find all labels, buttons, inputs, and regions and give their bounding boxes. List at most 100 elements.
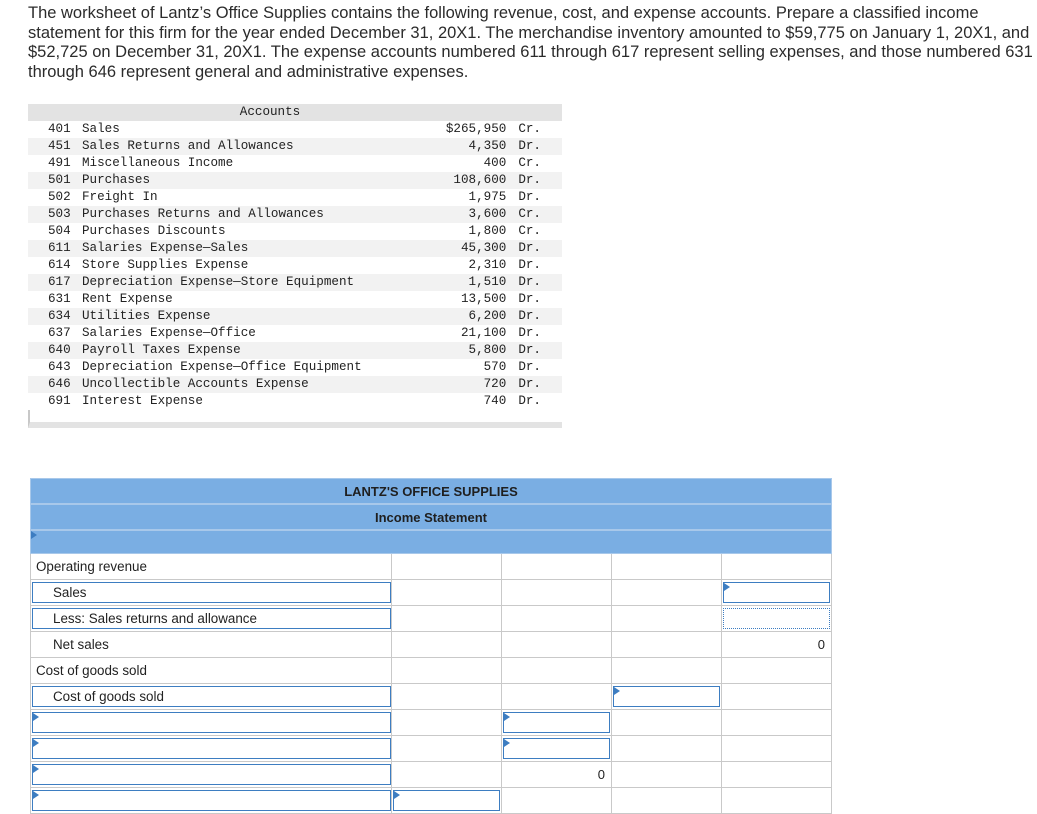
- account-row: 614 Store Supplies Expense 2,310 Dr.: [28, 257, 562, 274]
- account-amount: 570: [483, 360, 507, 374]
- account-side: Dr.: [518, 309, 541, 323]
- account-side: Dr.: [518, 139, 541, 153]
- account-amount: 400: [483, 156, 507, 170]
- statement-date-field[interactable]: [30, 530, 832, 554]
- account-row: 634 Utilities Expense 6,200 Dr.: [28, 308, 562, 325]
- account-side: Cr.: [518, 207, 541, 221]
- account-number: 611: [48, 241, 71, 255]
- account-name-input[interactable]: [32, 764, 391, 785]
- account-row: 640 Payroll Taxes Expense 5,800 Dr.: [28, 342, 562, 359]
- account-side: Cr.: [518, 224, 541, 238]
- account-row: 631 Rent Expense 13,500 Dr.: [28, 291, 562, 308]
- account-number: 451: [48, 139, 71, 153]
- dropdown-marker-icon: [31, 531, 37, 539]
- problem-instructions: The worksheet of Lantz’s Office Supplies…: [28, 4, 1033, 82]
- account-row: 501 Purchases 108,600 Dr.: [28, 172, 562, 189]
- account-row: 451 Sales Returns and Allowances 4,350 Dr.: [28, 138, 562, 155]
- account-number: 401: [48, 122, 71, 136]
- returns-amount-input[interactable]: [723, 608, 830, 629]
- account-amount: 1,975: [468, 190, 507, 204]
- account-side: Cr.: [518, 156, 541, 170]
- dropdown-marker-icon: [33, 739, 39, 747]
- account-row: 691 Interest Expense 740 Dr.: [28, 393, 562, 410]
- account-side: Dr.: [518, 241, 541, 255]
- account-name: Utilities Expense: [82, 309, 211, 323]
- account-side: Dr.: [518, 360, 541, 374]
- account-name-input[interactable]: [32, 712, 391, 733]
- account-name: Sales: [82, 122, 120, 136]
- table-row: Operating revenue: [30, 554, 832, 580]
- account-name-input[interactable]: [32, 790, 391, 811]
- account-amount: 4,350: [468, 139, 507, 153]
- account-number: 640: [48, 343, 71, 357]
- account-amount: 6,200: [468, 309, 507, 323]
- accounts-table: Accounts 401 Sales $265,950 Cr. 451 Sales Ret…: [28, 104, 562, 428]
- amount-input[interactable]: [503, 712, 610, 733]
- table-row: 0: [30, 762, 832, 788]
- table-row: Net sales 0: [30, 632, 832, 658]
- account-amount: $265,950: [445, 122, 507, 136]
- account-number: 504: [48, 224, 71, 238]
- statement-title: Income Statement: [30, 504, 832, 530]
- table-row: Cost of goods sold: [30, 684, 832, 710]
- account-name: Freight In: [82, 190, 158, 204]
- sales-amount-input[interactable]: [723, 582, 830, 603]
- sales-label: Sales: [53, 585, 87, 600]
- account-name: Interest Expense: [82, 394, 203, 408]
- cogs-amount-input[interactable]: [613, 686, 720, 707]
- account-amount: 108,600: [453, 173, 507, 187]
- account-number: 631: [48, 292, 71, 306]
- account-number: 503: [48, 207, 71, 221]
- table-row: [30, 710, 832, 736]
- amount-input[interactable]: [393, 790, 500, 811]
- account-row: 646 Uncollectible Accounts Expense 720 Dr.: [28, 376, 562, 393]
- account-name: Miscellaneous Income: [82, 156, 234, 170]
- account-side: Cr.: [518, 122, 541, 136]
- account-amount: 720: [483, 377, 507, 391]
- account-row: 643 Depreciation Expense—Office Equipment…: [28, 359, 562, 376]
- account-name: Purchases: [82, 173, 151, 187]
- account-amount: 45,300: [460, 241, 507, 255]
- account-name: Depreciation Expense—Store Equipment: [82, 275, 355, 289]
- account-side: Dr.: [518, 326, 541, 340]
- account-number: 634: [48, 309, 71, 323]
- account-number: 646: [48, 377, 71, 391]
- amount-input[interactable]: [503, 738, 610, 759]
- account-number: 617: [48, 275, 71, 289]
- account-number: 502: [48, 190, 71, 204]
- subtotal-value: 0: [597, 767, 605, 782]
- account-name-input[interactable]: [32, 738, 391, 759]
- account-name: Payroll Taxes Expense: [82, 343, 241, 357]
- operating-revenue-label: Operating revenue: [36, 559, 147, 574]
- dropdown-marker-icon: [33, 713, 39, 721]
- account-name: Sales Returns and Allowances: [82, 139, 294, 153]
- income-statement: LANTZ'S OFFICE SUPPLIES Income Statement…: [30, 478, 832, 814]
- account-row: 504 Purchases Discounts 1,800 Cr.: [28, 223, 562, 240]
- statement-grid: Operating revenue Sales Less: Sales retu…: [30, 554, 832, 814]
- account-side: Dr.: [518, 258, 541, 272]
- account-row: 611 Salaries Expense—Sales 45,300 Dr.: [28, 240, 562, 257]
- net-sales-value: 0: [817, 637, 825, 652]
- account-side: Dr.: [518, 173, 541, 187]
- dropdown-marker-icon: [33, 765, 39, 773]
- table-row: Cost of goods sold: [30, 658, 832, 684]
- dropdown-marker-icon: [614, 687, 620, 695]
- accounts-rows: 401 Sales $265,950 Cr. 451 Sales Returns and …: [28, 121, 562, 410]
- account-name: Purchases Returns and Allowances: [82, 207, 324, 221]
- account-amount: 3,600: [468, 207, 507, 221]
- account-side: Dr.: [518, 394, 541, 408]
- account-side: Dr.: [518, 377, 541, 391]
- account-name: Salaries Expense—Sales: [82, 241, 249, 255]
- account-row: 617 Depreciation Expense—Store Equipment 1…: [28, 274, 562, 291]
- account-number: 637: [48, 326, 71, 340]
- account-side: Dr.: [518, 343, 541, 357]
- dropdown-marker-icon: [33, 791, 39, 799]
- accounts-header: Accounts: [28, 104, 562, 121]
- account-amount: 13,500: [460, 292, 507, 306]
- dropdown-marker-icon: [504, 713, 510, 721]
- table-row: Sales: [30, 580, 832, 606]
- account-side: Dr.: [518, 190, 541, 204]
- account-number: 501: [48, 173, 71, 187]
- account-number: 643: [48, 360, 71, 374]
- company-name: LANTZ'S OFFICE SUPPLIES: [30, 478, 832, 504]
